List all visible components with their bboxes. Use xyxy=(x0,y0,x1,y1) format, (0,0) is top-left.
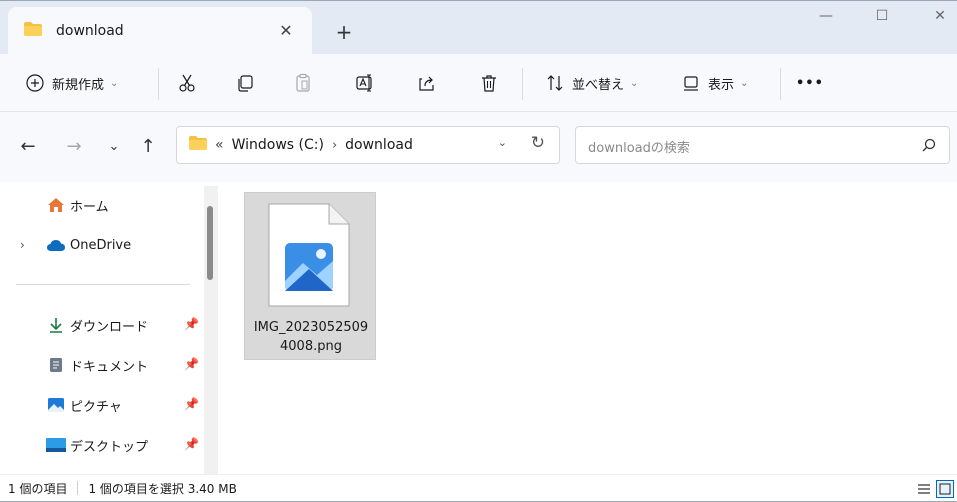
pin-icon[interactable]: 📌 xyxy=(184,357,199,371)
file-name-line: 4008.png xyxy=(280,339,342,354)
new-tab-button[interactable]: + xyxy=(332,21,356,45)
clipboard-icon xyxy=(292,72,314,94)
divider xyxy=(158,68,159,100)
trash-icon xyxy=(478,72,500,94)
file-name: IMG_2023052509 4008.png xyxy=(249,318,373,356)
address-bar[interactable]: « Windows (C:) › download ⌄ ↻ xyxy=(176,126,560,164)
minimize-button[interactable]: — xyxy=(806,5,846,29)
back-arrow-icon[interactable]: ← xyxy=(18,136,38,160)
command-bar: 新規作成 ⌄ 並べ替え ⌄ 表示 ⌄ ••• xyxy=(0,54,957,112)
tab-title: download xyxy=(56,23,124,39)
more-options-button[interactable]: ••• xyxy=(796,68,824,98)
search-icon[interactable] xyxy=(921,137,937,157)
scissors-icon xyxy=(176,72,198,94)
share-button[interactable] xyxy=(416,68,438,98)
paste-button[interactable] xyxy=(292,68,314,98)
view-button[interactable]: 表示 ⌄ xyxy=(680,68,748,98)
navigation-bar: ← → ⌄ ↑ « Windows (C:) › download ⌄ ↻ do… xyxy=(0,112,957,182)
refresh-icon[interactable]: ↻ xyxy=(531,133,545,153)
scrollbar-thumb[interactable] xyxy=(207,206,213,280)
navigation-pane: ホーム › OneDrive ダウンロード 📌 ドキュメント 📌 ピクチャ 📌 … xyxy=(0,182,222,474)
sort-arrows-icon xyxy=(544,72,566,94)
sidebar-item-label: ドキュメント xyxy=(70,359,149,375)
sidebar-item-label: ピクチャ xyxy=(70,399,122,415)
plus-circle-icon xyxy=(24,72,46,94)
divider xyxy=(780,68,781,100)
share-icon xyxy=(416,72,438,94)
overflow-breadcrumb[interactable]: « xyxy=(215,137,224,153)
sort-button[interactable]: 並べ替え ⌄ xyxy=(544,68,638,98)
status-divider xyxy=(77,481,79,495)
chevron-down-icon: ⌄ xyxy=(740,77,749,89)
maximize-button[interactable]: ☐ xyxy=(862,5,902,29)
sidebar-divider xyxy=(16,284,190,285)
sidebar-item-label: デスクトップ xyxy=(70,439,149,455)
copy-button[interactable] xyxy=(234,68,256,98)
breadcrumb-separator-icon[interactable]: › xyxy=(332,138,337,153)
pin-icon[interactable]: 📌 xyxy=(184,317,199,331)
view-label: 表示 xyxy=(708,77,735,93)
tab-download[interactable]: download ✕ xyxy=(8,7,312,55)
breadcrumb-drive[interactable]: Windows (C:) xyxy=(232,137,324,153)
pin-icon[interactable]: 📌 xyxy=(184,397,199,411)
file-list: IMG_2023052509 4008.png xyxy=(222,182,957,474)
sort-label: 並べ替え xyxy=(572,77,625,93)
close-tab-icon[interactable]: ✕ xyxy=(276,21,296,41)
image-file-icon xyxy=(267,203,351,311)
delete-button[interactable] xyxy=(478,68,500,98)
tiles-view-icon[interactable] xyxy=(936,480,954,498)
desktop-icon xyxy=(46,436,66,454)
file-item[interactable]: IMG_2023052509 4008.png xyxy=(244,192,376,360)
cut-button[interactable] xyxy=(176,68,198,98)
search-box[interactable]: downloadの検索 xyxy=(575,126,950,164)
breadcrumb-folder[interactable]: download xyxy=(345,137,413,153)
status-bar: 1 個の項目 1 個の項目を選択 3.40 MB xyxy=(0,474,957,502)
up-arrow-icon[interactable]: ↑ xyxy=(138,136,158,160)
sidebar-item-label: OneDrive xyxy=(70,237,132,253)
chevron-down-icon: ⌄ xyxy=(630,77,639,89)
item-count: 1 個の項目 xyxy=(8,481,68,496)
sidebar-item-label: ダウンロード xyxy=(70,319,149,335)
sidebar-item-label: ホーム xyxy=(70,199,109,215)
rename-button[interactable] xyxy=(354,68,376,98)
home-icon xyxy=(46,196,66,214)
address-history-chevron-icon[interactable]: ⌄ xyxy=(498,136,507,149)
divider xyxy=(522,68,523,100)
cloud-icon xyxy=(46,236,66,254)
pictures-icon xyxy=(46,396,66,414)
title-bar: download ✕ + — ☐ ✕ xyxy=(0,0,957,55)
expand-chevron-icon[interactable]: › xyxy=(20,238,25,252)
new-label: 新規作成 xyxy=(52,77,105,93)
close-window-button[interactable]: ✕ xyxy=(920,5,957,29)
forward-arrow-icon[interactable]: → xyxy=(64,136,84,160)
document-icon xyxy=(46,356,66,374)
recent-locations-chevron-icon[interactable]: ⌄ xyxy=(104,136,124,160)
rename-icon xyxy=(354,72,376,94)
sidebar-scrollbar[interactable] xyxy=(204,186,218,474)
selection-info: 1 個の項目を選択 3.40 MB xyxy=(88,481,237,496)
details-view-icon[interactable] xyxy=(915,480,933,498)
view-icon xyxy=(680,72,702,94)
copy-icon xyxy=(234,72,256,94)
new-button[interactable]: 新規作成 ⌄ xyxy=(24,68,118,98)
folder-icon xyxy=(189,136,207,154)
search-placeholder: downloadの検索 xyxy=(588,141,690,156)
folder-icon xyxy=(24,22,42,40)
pin-icon[interactable]: 📌 xyxy=(184,437,199,451)
file-name-line: IMG_2023052509 xyxy=(253,320,369,335)
download-arrow-icon xyxy=(46,316,66,334)
chevron-down-icon: ⌄ xyxy=(110,77,119,89)
